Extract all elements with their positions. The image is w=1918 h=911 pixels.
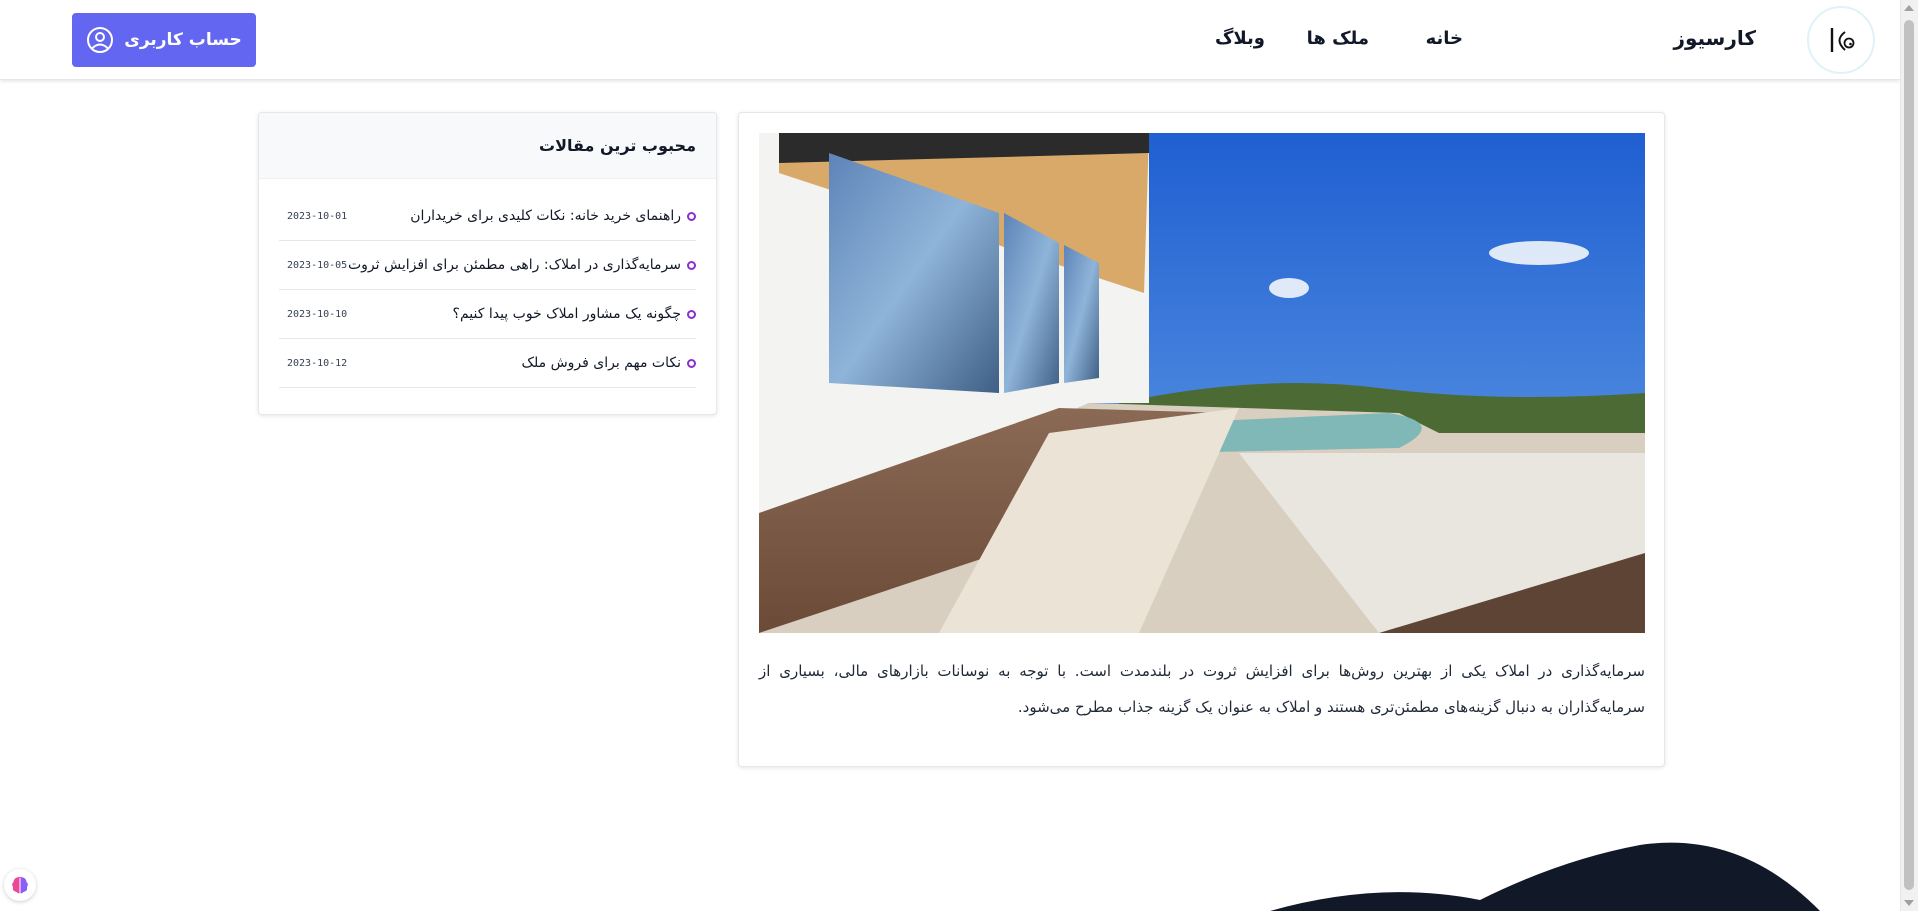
article-text: سرمایه‌گذاری در املاک یکی از بهترین روش‌… [759,662,1645,716]
nav-blog[interactable]: وبلاگ [1215,28,1265,49]
popular-articles-card: محبوب ترین مقالات راهنمای خرید خانه: نکا… [258,112,717,415]
article-date: 2023-10-10 [287,308,348,320]
site-header: کارسیوز خانه ملک ها وبلاگ حساب کاربری [0,0,1900,80]
nav-home[interactable]: خانه [1426,28,1463,49]
scroll-up-arrow[interactable] [1904,5,1914,11]
footer-wave [0,820,1900,911]
list-item[interactable]: نکات مهم برای فروش ملک 2023-10-12 [279,339,696,388]
article-link[interactable]: سرمایه‌گذاری در املاک: راهی مطمئن برای ا… [348,257,681,273]
logo-icon [1830,28,1855,52]
article-link[interactable]: نکات مهم برای فروش ملک [521,355,681,371]
bullet-icon [687,358,696,368]
popular-articles-title: محبوب ترین مقالات [259,113,716,179]
logo[interactable] [1807,6,1875,74]
list-item[interactable]: راهنمای خرید خانه: نکات کلیدی برای خریدا… [279,192,696,241]
nav-properties[interactable]: ملک ها [1307,28,1369,49]
article-date: 2023-10-12 [287,357,348,369]
assistant-widget[interactable] [4,869,36,901]
article-card: سرمایه‌گذاری در املاک یکی از بهترین روش‌… [738,112,1665,767]
scroll-down-arrow[interactable] [1904,900,1914,906]
article-link[interactable]: راهنمای خرید خانه: نکات کلیدی برای خریدا… [410,208,681,224]
scroll-thumb[interactable] [1904,20,1914,890]
article-image [759,133,1645,633]
user-circle-icon [87,27,114,53]
popular-articles-list: راهنمای خرید خانه: نکات کلیدی برای خریدا… [259,179,716,388]
vertical-scrollbar[interactable] [1900,0,1918,911]
bullet-icon [687,260,696,270]
brain-icon [12,877,28,894]
bullet-icon [687,211,696,221]
account-button-label: حساب کاربری [124,30,242,50]
bullet-icon [687,309,696,319]
article-link[interactable]: چگونه یک مشاور املاک خوب پیدا کنیم؟ [453,306,681,322]
list-item[interactable]: چگونه یک مشاور املاک خوب پیدا کنیم؟ 2023… [279,290,696,339]
article-date: 2023-10-05 [287,259,348,271]
article-date: 2023-10-01 [287,210,348,222]
list-item[interactable]: سرمایه‌گذاری در املاک: راهی مطمئن برای ا… [279,241,696,290]
account-button[interactable]: حساب کاربری [72,13,256,67]
brand-name[interactable]: کارسیوز [1673,26,1756,50]
